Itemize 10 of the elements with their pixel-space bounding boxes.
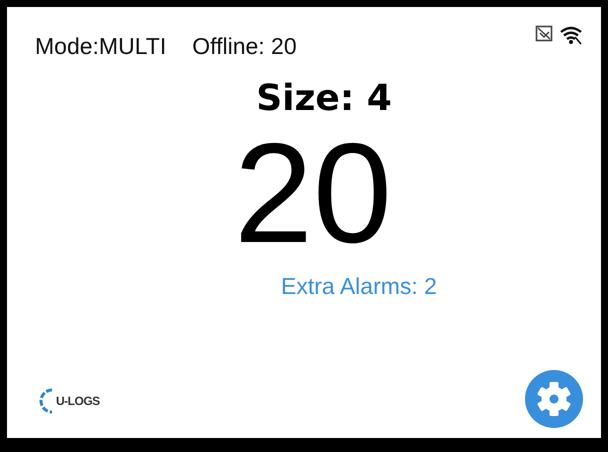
settings-icon[interactable] <box>525 370 583 428</box>
count-value: 20 <box>234 119 392 269</box>
mode-label: Mode:MULTI <box>35 33 166 60</box>
offline-count: Offline: 20 <box>192 33 297 60</box>
no-sd-card-icon <box>535 25 555 43</box>
wifi-off-icon <box>559 25 583 45</box>
logo-arc-icon <box>39 388 55 414</box>
logo-text: U-LOGS <box>56 394 100 408</box>
size-label: Size: 4 <box>256 78 392 119</box>
extra-alarms-label: Extra Alarms: 2 <box>281 273 437 300</box>
